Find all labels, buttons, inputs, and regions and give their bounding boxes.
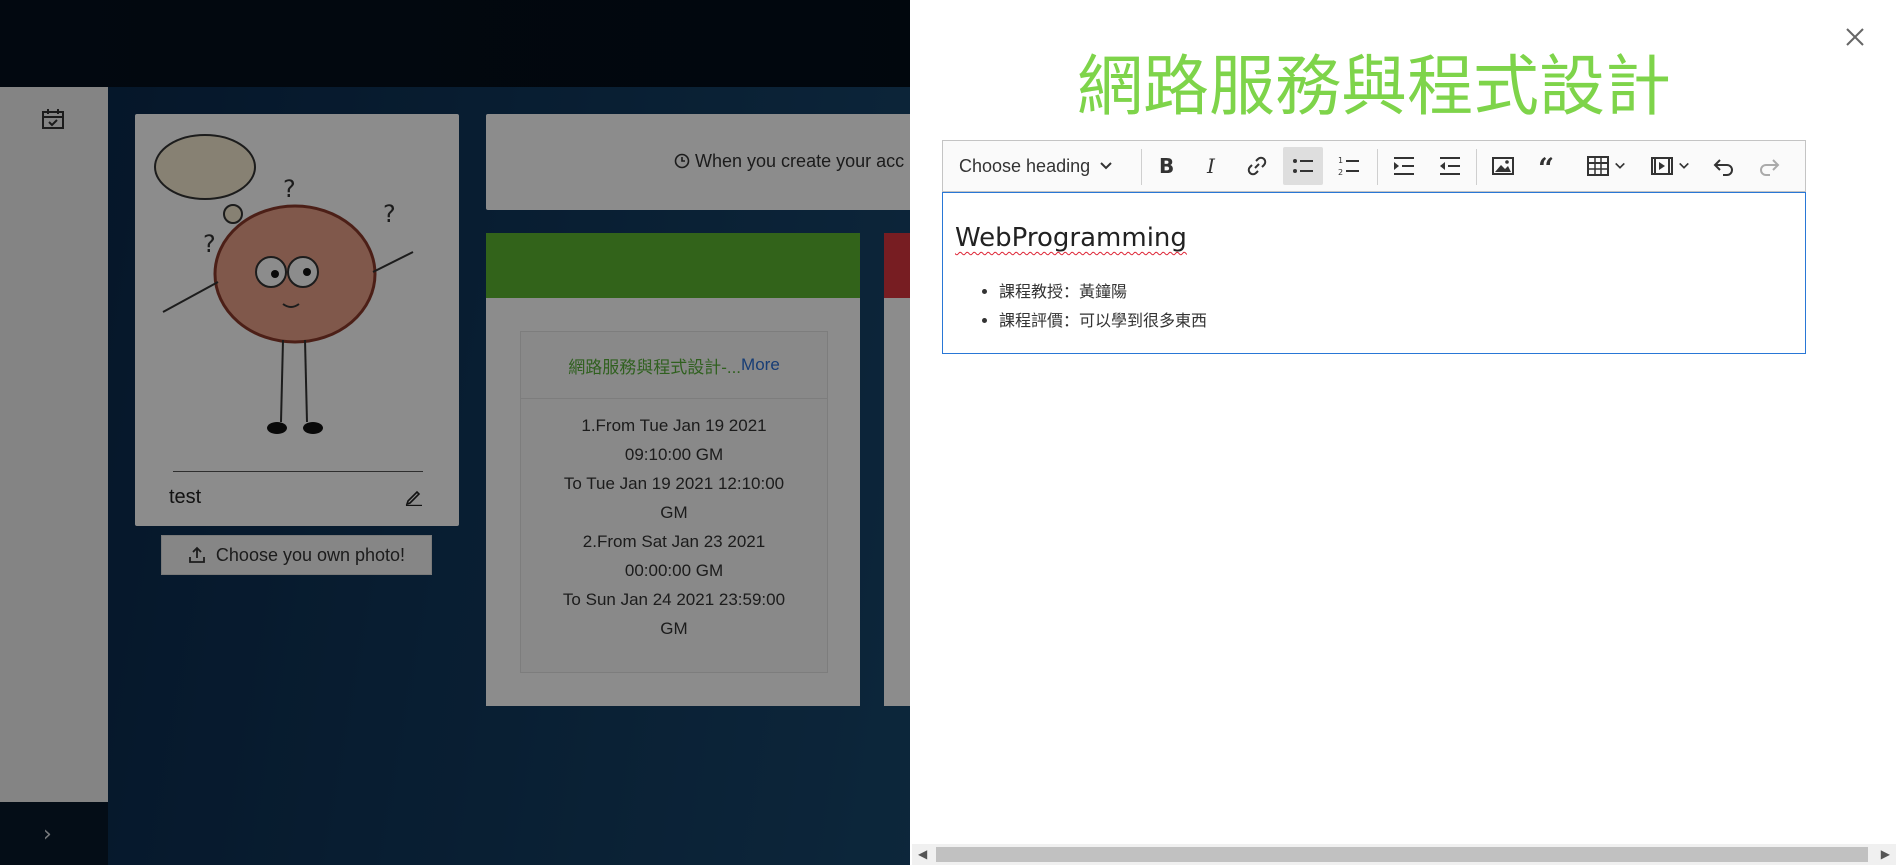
editor-toolbar: Choose heading B I 1 2 “ bbox=[942, 140, 1806, 192]
undo-icon bbox=[1713, 159, 1733, 176]
redo-button[interactable] bbox=[1750, 147, 1788, 185]
bold-icon: B bbox=[1159, 154, 1174, 178]
chevron-down-icon bbox=[1100, 162, 1112, 170]
heading-dropdown-label: Choose heading bbox=[959, 155, 1091, 176]
table-button[interactable] bbox=[1577, 147, 1635, 185]
blockquote-button[interactable]: “ bbox=[1529, 147, 1569, 185]
svg-text:B: B bbox=[1159, 154, 1174, 178]
italic-button[interactable]: I bbox=[1192, 147, 1230, 185]
heading-dropdown[interactable]: Choose heading bbox=[951, 147, 1121, 185]
close-icon[interactable] bbox=[1844, 26, 1866, 48]
indent-icon bbox=[1394, 157, 1414, 175]
svg-text:“: “ bbox=[1538, 154, 1554, 178]
editor-list[interactable]: 課程教授：黃鐘陽 課程評價：可以學到很多東西 bbox=[955, 277, 1207, 335]
link-button[interactable] bbox=[1238, 147, 1276, 185]
course-title-heading: 網路服務與程式設計 bbox=[1077, 48, 1671, 125]
svg-text:2: 2 bbox=[1338, 168, 1343, 177]
table-icon bbox=[1587, 156, 1609, 176]
scroll-left-icon[interactable]: ◀ bbox=[918, 847, 927, 861]
numbered-list-icon: 1 2 bbox=[1338, 156, 1359, 177]
outdent-icon bbox=[1440, 157, 1460, 175]
toolbar-separator bbox=[1377, 149, 1378, 185]
editor-heading[interactable]: WebProgramming bbox=[955, 223, 1187, 253]
scrollbar-thumb[interactable] bbox=[936, 847, 1868, 862]
media-button[interactable] bbox=[1641, 147, 1699, 185]
outdent-button[interactable] bbox=[1430, 147, 1470, 185]
numbered-list-button[interactable]: 1 2 bbox=[1329, 147, 1369, 185]
bold-button[interactable]: B bbox=[1147, 147, 1185, 185]
scroll-right-icon[interactable]: ▶ bbox=[1881, 847, 1890, 861]
rich-text-editor[interactable]: WebProgramming 課程教授：黃鐘陽 課程評價：可以學到很多東西 bbox=[942, 192, 1806, 354]
media-icon bbox=[1651, 157, 1673, 175]
chevron-down-icon bbox=[1615, 162, 1625, 169]
toolbar-separator bbox=[1476, 149, 1477, 185]
list-item[interactable]: 課程評價：可以學到很多東西 bbox=[999, 306, 1207, 335]
list-item[interactable]: 課程教授：黃鐘陽 bbox=[999, 277, 1207, 306]
quote-icon: “ bbox=[1538, 154, 1554, 178]
italic-icon: I bbox=[1206, 154, 1216, 178]
horizontal-scrollbar[interactable]: ◀ ▶ bbox=[912, 844, 1896, 865]
image-button[interactable] bbox=[1483, 147, 1523, 185]
svg-text:1: 1 bbox=[1338, 156, 1343, 165]
bulleted-list-icon bbox=[1293, 159, 1313, 173]
chevron-down-icon bbox=[1679, 162, 1689, 169]
modal-overlay[interactable] bbox=[0, 0, 910, 865]
bulleted-list-button[interactable] bbox=[1283, 147, 1323, 185]
image-icon bbox=[1492, 157, 1514, 175]
indent-button[interactable] bbox=[1384, 147, 1424, 185]
undo-button[interactable] bbox=[1705, 147, 1743, 185]
svg-text:I: I bbox=[1206, 154, 1216, 178]
toolbar-separator bbox=[1141, 149, 1142, 185]
link-icon bbox=[1247, 156, 1267, 176]
redo-icon bbox=[1760, 159, 1780, 176]
